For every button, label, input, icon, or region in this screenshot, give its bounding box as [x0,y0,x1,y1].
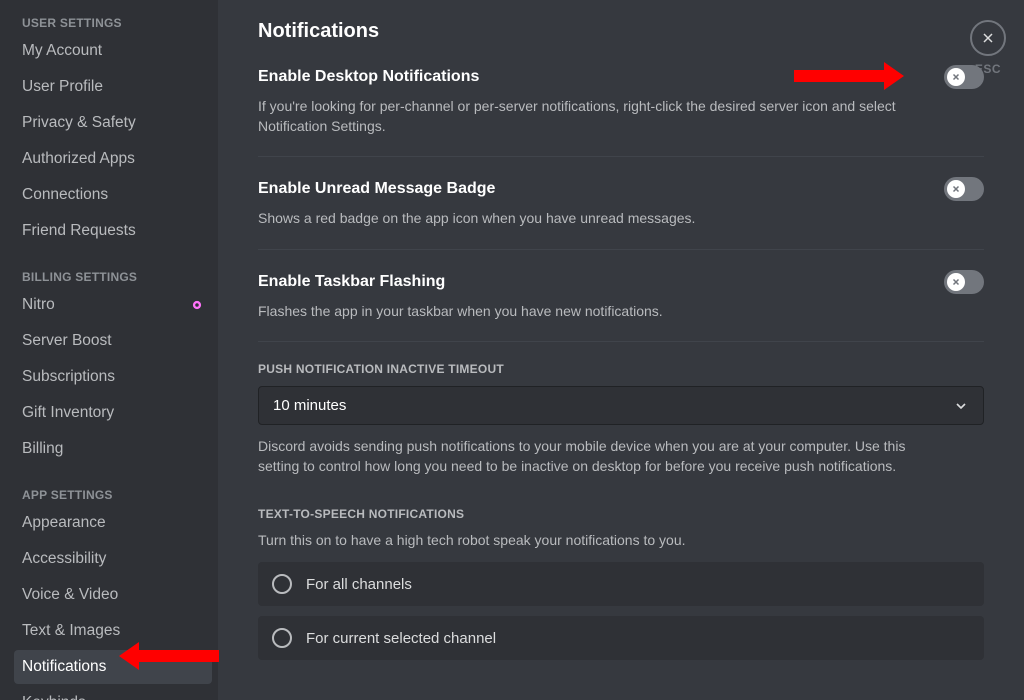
setting-tts: TEXT-TO-SPEECH NOTIFICATIONS Turn this o… [258,507,984,675]
tts-option-all-channels[interactable]: For all channels [258,562,984,606]
sidebar-item-appearance[interactable]: Appearance [14,506,212,540]
sidebar-section-user: USER SETTINGS [14,10,212,34]
sidebar-item-accessibility[interactable]: Accessibility [14,542,212,576]
unread-badge-desc: Shows a red badge on the app icon when y… [258,209,918,229]
sidebar-item-keybinds[interactable]: Keybinds [14,686,212,700]
push-timeout-header: PUSH NOTIFICATION INACTIVE TIMEOUT [258,362,984,376]
sidebar-item-gift-inventory[interactable]: Gift Inventory [14,396,212,430]
toggle-knob-icon [947,273,965,291]
tts-header: TEXT-TO-SPEECH NOTIFICATIONS [258,507,984,521]
desktop-notifications-desc: If you're looking for per-channel or per… [258,97,918,136]
sidebar-item-subscriptions[interactable]: Subscriptions [14,360,212,394]
setting-unread-badge: Enable Unread Message Badge Shows a red … [258,177,984,250]
sidebar-item-friend-requests[interactable]: Friend Requests [14,214,212,248]
tts-option-label: For current selected channel [306,630,496,647]
tts-option-label: For all channels [306,576,412,593]
sidebar-item-my-account[interactable]: My Account [14,34,212,68]
sidebar-item-billing[interactable]: Billing [14,432,212,466]
push-timeout-value: 10 minutes [273,397,346,414]
tts-desc: Turn this on to have a high tech robot s… [258,531,918,551]
sidebar-item-server-boost[interactable]: Server Boost [14,324,212,358]
desktop-notifications-label: Enable Desktop Notifications [258,68,479,86]
tts-option-current-channel[interactable]: For current selected channel [258,616,984,660]
taskbar-flashing-label: Enable Taskbar Flashing [258,273,445,291]
close-button[interactable] [970,20,1006,56]
toggle-knob-icon [947,180,965,198]
push-timeout-desc: Discord avoids sending push notification… [258,437,918,476]
nitro-icon [190,298,204,312]
setting-push-timeout: PUSH NOTIFICATION INACTIVE TIMEOUT 10 mi… [258,362,984,480]
sidebar-item-connections[interactable]: Connections [14,178,212,212]
desktop-notifications-toggle[interactable] [944,65,984,89]
settings-content: ESC Notifications Enable Desktop Notific… [218,0,1024,700]
setting-taskbar-flashing: Enable Taskbar Flashing Flashes the app … [258,270,984,343]
annotation-arrow-sidebar [119,642,219,670]
radio-icon [272,628,292,648]
annotation-arrow-toggle [794,62,904,90]
sidebar-item-privacy-safety[interactable]: Privacy & Safety [14,106,212,140]
taskbar-flashing-desc: Flashes the app in your taskbar when you… [258,302,918,322]
sidebar-section-app: APP SETTINGS [14,482,212,506]
sidebar-section-billing: BILLING SETTINGS [14,264,212,288]
sidebar-item-voice-video[interactable]: Voice & Video [14,578,212,612]
radio-icon [272,574,292,594]
toggle-knob-icon [947,68,965,86]
sidebar-item-nitro[interactable]: Nitro [14,288,212,322]
sidebar-item-user-profile[interactable]: User Profile [14,70,212,104]
settings-sidebar: USER SETTINGS My Account User Profile Pr… [0,0,218,700]
chevron-down-icon [953,398,969,414]
unread-badge-label: Enable Unread Message Badge [258,180,495,198]
close-icon [980,30,996,46]
sidebar-item-authorized-apps[interactable]: Authorized Apps [14,142,212,176]
page-title: Notifications [258,20,984,43]
taskbar-flashing-toggle[interactable] [944,270,984,294]
unread-badge-toggle[interactable] [944,177,984,201]
push-timeout-dropdown[interactable]: 10 minutes [258,386,984,425]
